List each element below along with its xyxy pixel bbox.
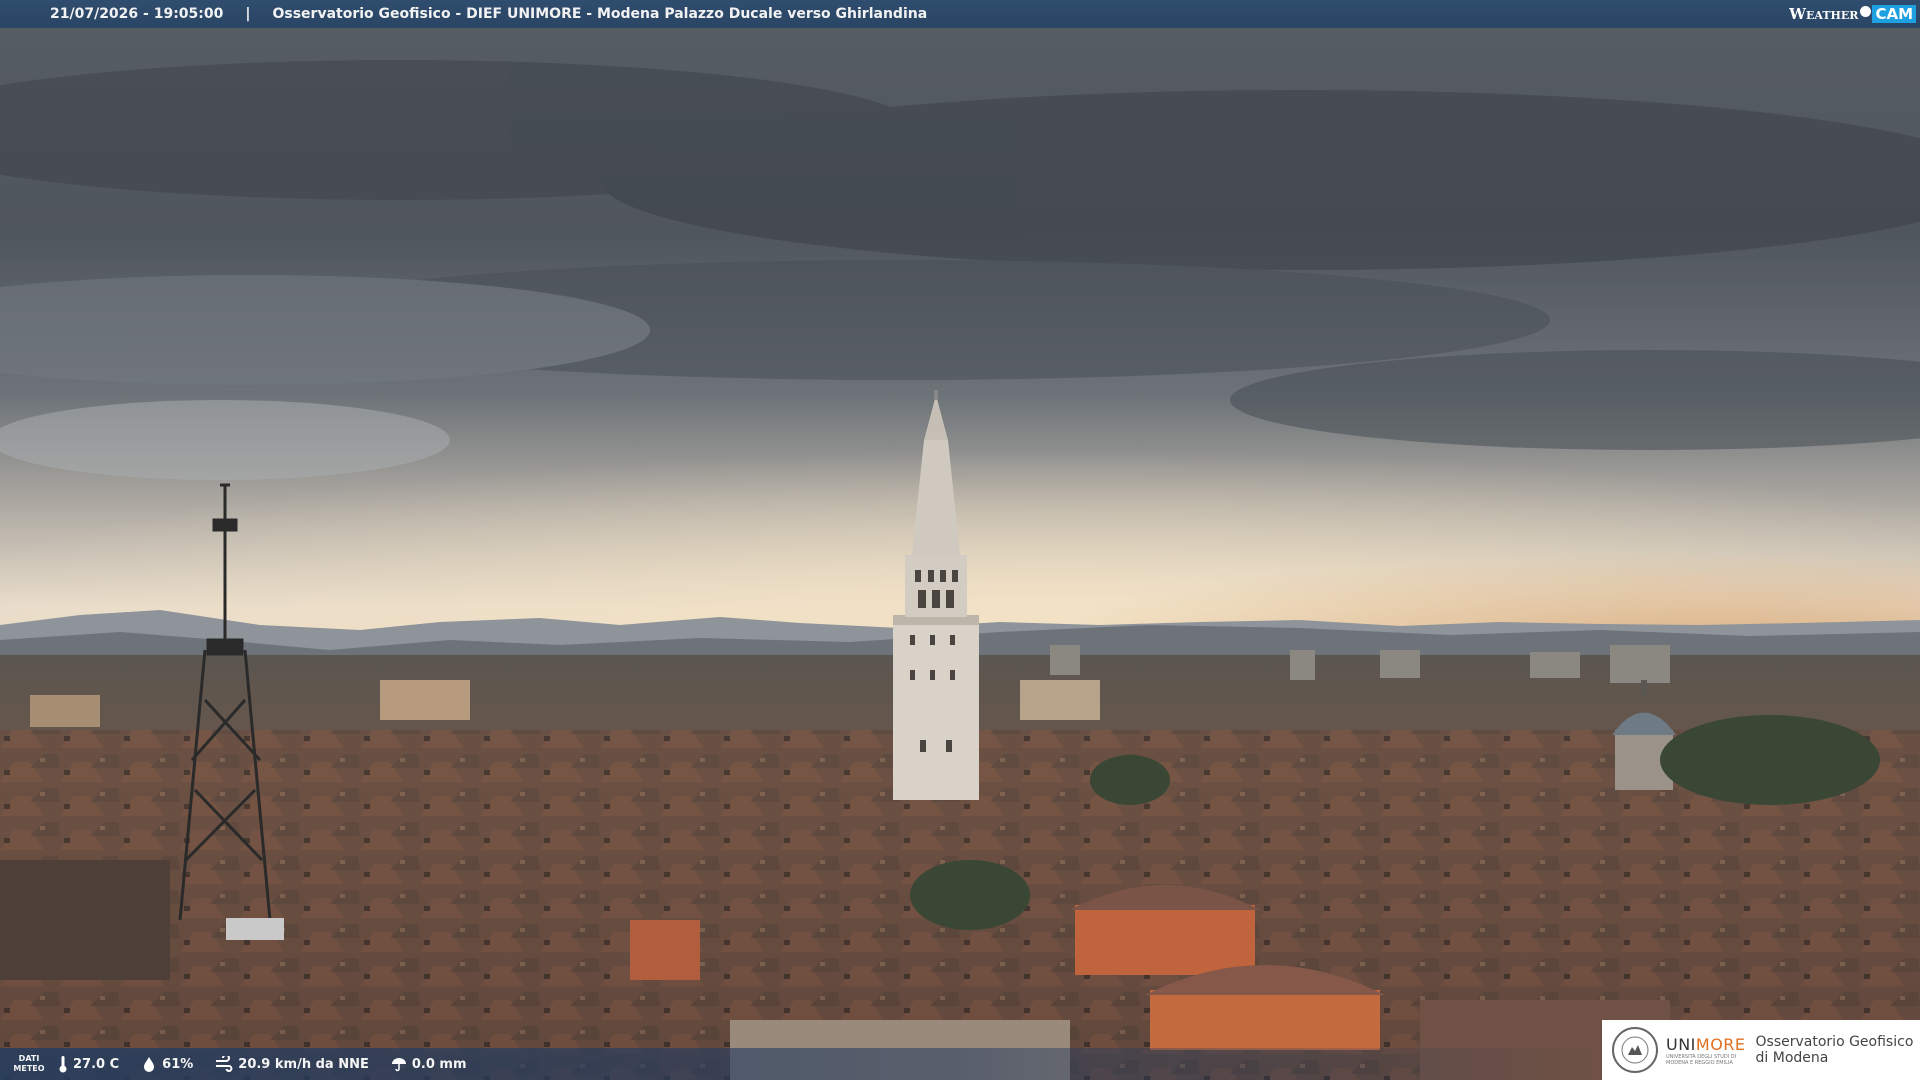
antenna-cabinet [226, 918, 284, 940]
wind-item: 20.9 km/h da NNE [215, 1056, 369, 1072]
webcam-scene [0, 0, 1920, 1080]
observatory-name: Osservatorio Geofisico di Modena [1755, 1034, 1914, 1066]
weather-data-label: DATI METEO [13, 1054, 45, 1073]
header-separator: | [245, 6, 251, 22]
header-bar: 21/07/2026 - 19:05:00 | Osservatorio Geo… [0, 0, 1920, 28]
wind-icon [216, 1056, 233, 1072]
temperature-item: 27.0 C [58, 1055, 119, 1073]
university-seal-icon [1612, 1027, 1658, 1073]
rain-umbrella-icon [391, 1058, 406, 1072]
unimore-wordmark: UNIMORE UNIVERSITÀ DEGLI STUDI DI MODENA… [1666, 1034, 1746, 1066]
wind-value: 20.9 km/h da NNE [238, 1056, 369, 1072]
thermometer-icon [59, 1056, 67, 1073]
weather-data-bar: DATI METEO 27.0 C 61% 20.9 km/h da NNE 0… [0, 1048, 1600, 1080]
humidity-value: 61% [162, 1056, 194, 1072]
weathercam-logo: Weather CAM [1789, 2, 1916, 26]
brand-cam: CAM [1872, 5, 1916, 23]
brand-dot-icon [1860, 5, 1872, 17]
humidity-item: 61% [141, 1056, 193, 1072]
temperature-value: 27.0 C [73, 1056, 120, 1072]
brand-weather: Weather [1789, 5, 1859, 23]
rain-value: 0.0 mm [411, 1056, 467, 1072]
timestamp: 21/07/2026 - 19:05:00 [50, 6, 224, 22]
camera-title: Osservatorio Geofisico - DIEF UNIMORE - … [272, 6, 928, 22]
humidity-drop-icon [144, 1057, 155, 1072]
unimore-logo-panel: UNIMORE UNIVERSITÀ DEGLI STUDI DI MODENA… [1602, 1020, 1920, 1080]
rain-item: 0.0 mm [391, 1056, 467, 1072]
